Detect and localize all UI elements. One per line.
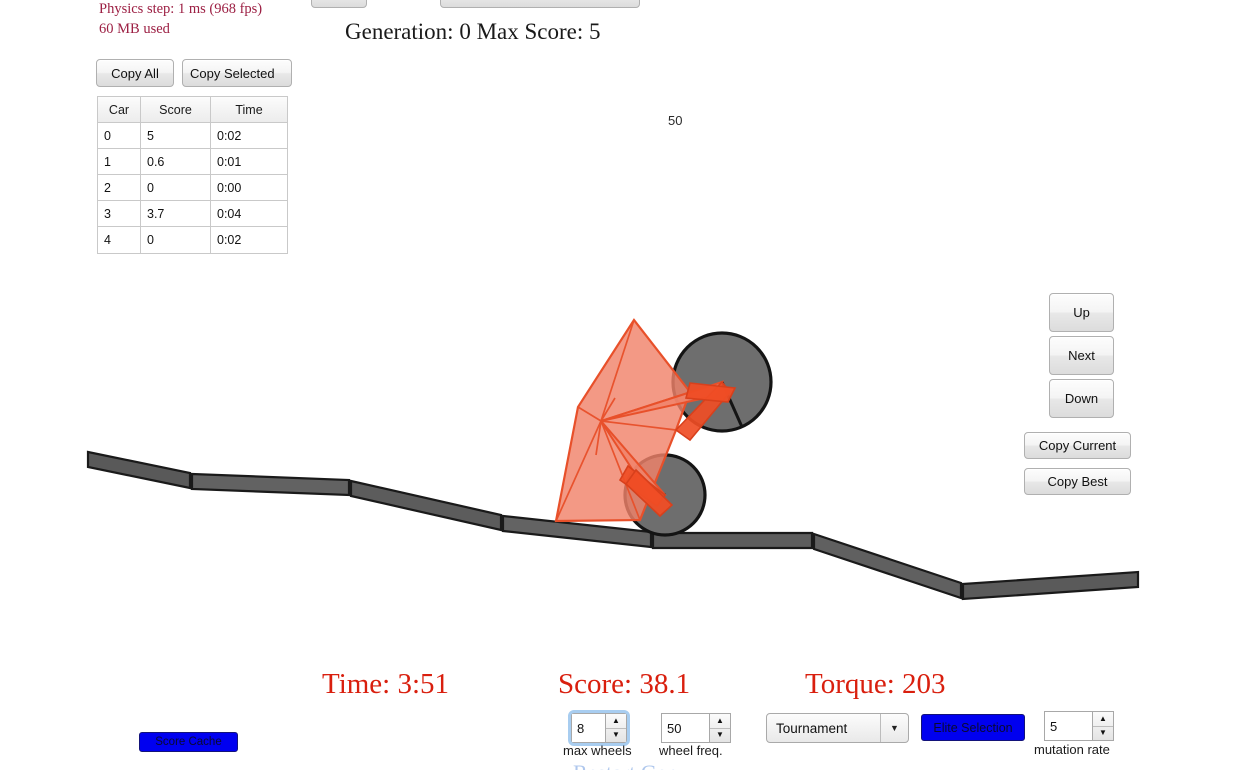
mutation-rate-stepper[interactable]: 5 ▲ ▼ (1044, 711, 1114, 741)
cell-car: 4 (98, 227, 141, 253)
cell-score: 0.6 (141, 149, 211, 175)
score-table[interactable]: Car Score Time 0 5 0:02 1 0.6 0:01 2 0 0… (97, 96, 288, 254)
down-button[interactable]: Down (1049, 379, 1114, 418)
stepper-up-icon[interactable]: ▲ (1093, 712, 1113, 727)
stepper-down-icon[interactable]: ▼ (606, 729, 626, 743)
wheel-freq-stepper[interactable]: 50 ▲ ▼ (661, 713, 731, 743)
next-button[interactable]: Next (1049, 336, 1114, 375)
selection-mode-value: Tournament (776, 720, 848, 736)
mid-number-label: 50 (668, 113, 683, 128)
cell-score: 0 (141, 227, 211, 253)
cell-score: 5 (141, 123, 211, 149)
table-header-row: Car Score Time (98, 97, 287, 123)
memory-used-label: 60 MB used (99, 21, 170, 37)
max-wheels-stepper[interactable]: 8 ▲ ▼ (568, 710, 630, 746)
cell-car: 2 (98, 175, 141, 201)
table-row[interactable]: 2 0 0:00 (98, 175, 287, 201)
table-row[interactable]: 3 3.7 0:04 (98, 201, 287, 227)
copy-all-button[interactable]: Copy All (96, 59, 174, 87)
selection-mode-dropdown[interactable]: Tournament ▼ (766, 713, 909, 743)
column-header-time: Time (211, 97, 287, 123)
cell-score: 3.7 (141, 201, 211, 227)
max-wheels-label: max wheels (563, 743, 632, 758)
stepper-up-icon[interactable]: ▲ (606, 714, 626, 729)
copy-selected-button[interactable]: Copy Selected (182, 59, 292, 87)
cell-time: 0:02 (211, 123, 287, 149)
up-button[interactable]: Up (1049, 293, 1114, 332)
top-left-clipped-button[interactable] (311, 0, 367, 8)
mutation-rate-input[interactable]: 5 (1044, 711, 1092, 741)
app-root: Physics step: 1 ms (968 fps) 60 MB used … (0, 0, 1234, 770)
stepper-down-icon[interactable]: ▼ (1093, 727, 1113, 741)
cell-time: 0:04 (211, 201, 287, 227)
score-readout: Score: 38.1 (558, 668, 691, 700)
physics-step-label: Physics step: 1 ms (968 fps) (99, 1, 263, 17)
score-cache-button[interactable]: Score Cache (139, 732, 238, 752)
cell-score: 0 (141, 175, 211, 201)
wheel-freq-arrows[interactable]: ▲ ▼ (709, 713, 731, 743)
table-row[interactable]: 4 0 0:02 (98, 227, 287, 253)
stepper-up-icon[interactable]: ▲ (710, 714, 730, 729)
cell-time: 0:02 (217, 233, 242, 247)
max-wheels-input[interactable]: 8 (571, 713, 605, 743)
table-row[interactable]: 1 0.6 0:01 (98, 149, 287, 175)
wheel-rear (671, 331, 773, 433)
cell-time: 0:00 (211, 175, 287, 201)
wheel-front (623, 453, 707, 537)
max-wheels-arrows[interactable]: ▲ ▼ (605, 713, 627, 743)
stepper-down-icon[interactable]: ▼ (710, 729, 730, 743)
mutation-rate-arrows[interactable]: ▲ ▼ (1092, 711, 1114, 741)
copy-current-button[interactable]: Copy Current (1024, 432, 1131, 459)
column-header-score: Score (141, 97, 211, 123)
elite-selection-button[interactable]: Elite Selection (921, 714, 1025, 741)
cell-car: 3 (98, 201, 141, 227)
generation-max-score-label: Generation: 0 Max Score: 5 (345, 19, 601, 44)
cell-time: 0:01 (211, 149, 287, 175)
time-readout: Time: 3:51 (322, 668, 450, 700)
cell-car: 1 (98, 149, 141, 175)
copy-best-button[interactable]: Copy Best (1024, 468, 1131, 495)
car-chassis (554, 318, 737, 523)
chevron-down-icon[interactable]: ▼ (880, 714, 908, 742)
wheel-freq-input[interactable]: 50 (661, 713, 709, 743)
wheel-freq-label: wheel freq. (659, 743, 723, 758)
terrain (86, 450, 1140, 601)
table-row[interactable]: 0 5 0:02 (98, 123, 287, 149)
cell-car: 0 (98, 123, 141, 149)
torque-readout: Torque: 203 (805, 668, 946, 700)
column-header-car: Car (98, 97, 141, 123)
clipped-bottom-label: Restart Gen. (573, 760, 683, 770)
top-center-clipped-button[interactable] (440, 0, 640, 8)
mutation-rate-label: mutation rate (1034, 742, 1110, 757)
